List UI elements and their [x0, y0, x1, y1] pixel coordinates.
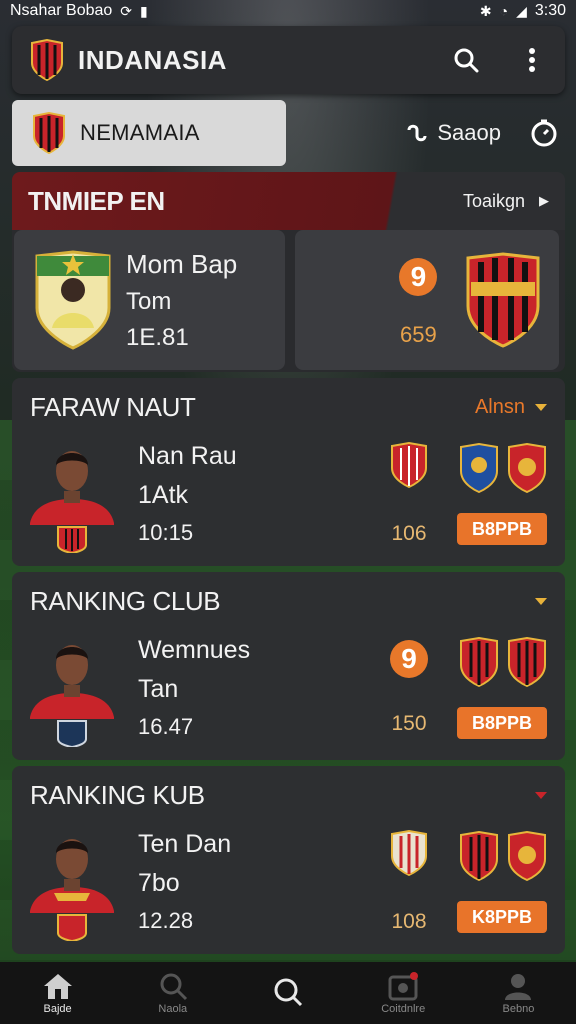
featured-score-badge: 9: [399, 258, 438, 296]
nav-item-explore[interactable]: Naola: [115, 962, 230, 1024]
nav-item-calendar[interactable]: Coitdnlre: [346, 962, 461, 1024]
sync-icon: ⟳: [120, 2, 133, 19]
featured-link-label: Toaikgn: [462, 190, 525, 211]
featured-player-stat: 1E.81: [126, 323, 189, 351]
player-avatar: [30, 451, 114, 553]
ranking-filter[interactable]: [525, 597, 547, 605]
search-icon: [274, 978, 303, 1007]
status-bar: Nsahar Bobao ⟳ ▮ ✱ ◔ ◢ 3:30: [0, 0, 576, 22]
caret-down-icon: [535, 597, 547, 605]
ranking-action-button[interactable]: B8PPB: [457, 513, 547, 545]
search-icon: [454, 48, 479, 73]
player-stat: 16.47: [138, 714, 194, 739]
club-crest-icon: [31, 39, 63, 81]
featured-header: TNMIEP EN Toaikgn ▶: [12, 172, 565, 230]
more-vertical-icon: [529, 48, 535, 72]
ranking-value: 108: [391, 910, 427, 933]
bottom-nav: Bajde Naola Coitdnlre Bebno: [0, 962, 576, 1024]
app-title: INDANASIA: [78, 44, 227, 75]
bluetooth-icon: ✱: [479, 2, 492, 19]
player-stat: 10:15: [138, 520, 194, 545]
nav-label: Coitdnlre: [381, 1003, 426, 1015]
ranking-card-1[interactable]: RANKING CLUB Wemnues Tan 16.47 9 150 B8P…: [12, 572, 565, 760]
nav-label: Naola: [158, 1003, 188, 1015]
ranking-action-button[interactable]: B8PPB: [457, 707, 547, 739]
player-info: 7bo: [138, 869, 180, 897]
club-crest-icon: [466, 252, 540, 348]
ranking-filter-label: Alnsn: [474, 395, 525, 418]
ranking-action-button[interactable]: K8PPB: [457, 901, 547, 933]
player-avatar: [30, 839, 114, 941]
club-crest-icon: [508, 637, 546, 687]
club-crest-icon: [391, 830, 427, 876]
player-stat: 12.28: [138, 908, 194, 933]
player-name: Wemnues: [138, 636, 251, 664]
timer-button[interactable]: [529, 118, 559, 148]
club-crest-icon: [391, 442, 427, 488]
player-info: Tan: [138, 675, 179, 703]
club-crest-icon: [508, 831, 546, 881]
club-crest-icon: [508, 443, 546, 493]
status-carrier: Nsahar Bobao: [10, 2, 113, 19]
more-button[interactable]: [517, 45, 547, 75]
nav-label: Bebno: [502, 1003, 535, 1015]
link-icon: [407, 124, 427, 142]
nav-label: Bajde: [43, 1003, 72, 1015]
status-time: 3:30: [534, 2, 566, 19]
notification-icon: ▮: [140, 2, 148, 19]
league-selector[interactable]: NEMAMAIA: [12, 100, 286, 166]
ranking-filter[interactable]: [525, 791, 547, 799]
club-crest-icon: [460, 831, 498, 881]
featured-link[interactable]: Toaikgn ▶: [463, 191, 549, 212]
app-bar: INDANASIA: [12, 26, 565, 94]
nav-item-home[interactable]: Bajde: [0, 962, 115, 1024]
ranking-title: RANKING KUB: [30, 779, 205, 810]
nav-item-profile[interactable]: Bebno: [461, 962, 576, 1024]
player-info: 1Atk: [138, 481, 189, 509]
ranking-value: 106: [391, 522, 427, 545]
featured-section: TNMIEP EN Toaikgn ▶ Mom Bap Tom 1E.81 9: [12, 172, 565, 372]
club-crest-icon: [460, 443, 498, 493]
ranking-score-badge: 9: [390, 640, 428, 678]
player-shield-icon: [35, 250, 111, 350]
ranking-title: RANKING CLUB: [30, 585, 221, 616]
player-avatar: [30, 645, 114, 747]
ranking-card-0[interactable]: FARAW NAUT Alnsn Nan Rau 1Atk 10:15 106: [12, 378, 565, 566]
featured-player-name: Mom Bap: [126, 248, 238, 279]
league-crest-icon: [33, 112, 65, 154]
timer-icon: [531, 119, 557, 147]
ranking-value: 150: [391, 712, 427, 735]
home-icon: [43, 974, 72, 999]
ranking-filter[interactable]: Alnsn: [475, 396, 547, 419]
stage-label: Saaop: [437, 120, 501, 145]
nav-item-search[interactable]: [230, 962, 345, 1024]
league-row: NEMAMAIA Saaop: [12, 100, 565, 166]
ranking-title: FARAW NAUT: [30, 391, 196, 422]
signal-icon: ◢: [516, 2, 527, 19]
wifi-icon: ◔: [499, 3, 509, 19]
profile-icon: [505, 974, 532, 1000]
stage-button[interactable]: Saaop: [405, 120, 501, 146]
featured-match-card[interactable]: 9 659: [295, 230, 559, 370]
club-crest-icon: [460, 637, 498, 687]
arrow-right-icon: ▶: [539, 193, 549, 208]
search-button[interactable]: [451, 45, 481, 75]
search-icon: [160, 973, 187, 1001]
caret-down-icon: [535, 403, 547, 411]
player-name: Ten Dan: [138, 830, 232, 858]
featured-player-card[interactable]: Mom Bap Tom 1E.81: [14, 230, 286, 370]
featured-title: TNMIEP EN: [28, 185, 165, 216]
featured-score-sub: 659: [400, 322, 437, 347]
featured-player-team: Tom: [126, 287, 172, 315]
calendar-icon: [388, 972, 419, 1001]
player-name: Nan Rau: [138, 442, 237, 470]
caret-down-icon: [535, 791, 547, 799]
ranking-card-2[interactable]: RANKING KUB Ten Dan 7bo 12.28 108 K8PPB: [12, 766, 565, 954]
league-name: NEMAMAIA: [80, 120, 200, 145]
